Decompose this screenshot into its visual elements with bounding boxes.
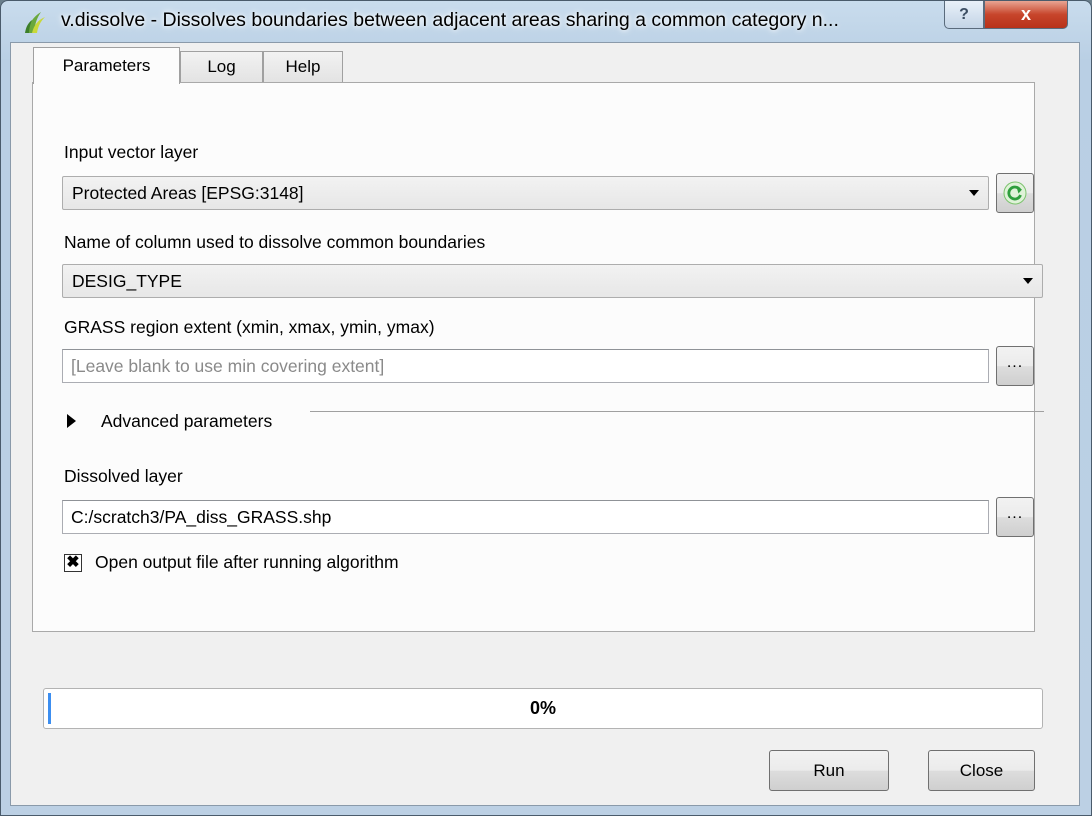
checkbox-mark-icon: ✖ (66, 554, 80, 571)
open-output-label: Open output file after running algorithm (95, 552, 399, 572)
tab-label: Log (207, 57, 236, 76)
extent-placeholder: [Leave blank to use min covering extent] (71, 355, 385, 376)
chevron-down-icon (960, 177, 988, 209)
output-browse-button[interactable]: ... (996, 497, 1034, 537)
progress-text: 0% (529, 698, 556, 718)
expand-triangle-icon[interactable] (67, 414, 76, 428)
input-layer-label: Input vector layer (64, 142, 199, 162)
close-icon: x (1020, 4, 1031, 24)
window-close-button[interactable]: x (984, 1, 1068, 29)
run-button[interactable]: Run (769, 750, 889, 791)
input-layer-value: Protected Areas [EPSG:3148] (72, 182, 304, 203)
grass-icon (25, 12, 45, 33)
close-button[interactable]: Close (928, 750, 1035, 791)
output-label: Dissolved layer (64, 466, 183, 486)
refresh-button[interactable] (996, 173, 1034, 213)
help-button[interactable]: ? (944, 1, 984, 29)
input-layer-combo[interactable]: Protected Areas [EPSG:3148] (62, 176, 989, 210)
dissolve-column-value: DESIG_TYPE (72, 270, 182, 291)
run-button-label: Run (813, 760, 845, 780)
open-output-checkbox[interactable]: ✖ (64, 554, 82, 572)
tab-help[interactable]: Help (263, 51, 343, 82)
extent-input[interactable]: [Leave blank to use min covering extent] (62, 349, 989, 383)
divider (310, 411, 1044, 412)
tab-label: Help (285, 57, 321, 76)
chevron-down-icon (1014, 265, 1042, 297)
refresh-icon (1003, 181, 1027, 205)
column-label: Name of column used to dissolve common b… (64, 232, 486, 252)
browse-label: ... (1006, 354, 1024, 371)
advanced-parameters-toggle[interactable]: Advanced parameters (101, 411, 272, 432)
tab-label: Parameters (62, 56, 151, 75)
window-title: v.dissolve - Dissolves boundaries betwee… (61, 9, 839, 31)
tab-parameters[interactable]: Parameters (33, 47, 180, 84)
tab-log[interactable]: Log (180, 51, 263, 82)
close-button-label: Close (959, 760, 1004, 780)
browse-label: ... (1006, 505, 1024, 522)
title-bar[interactable]: v.dissolve - Dissolves boundaries betwee… (1, 1, 1091, 43)
output-path-input[interactable]: C:/scratch3/PA_diss_GRASS.shp (62, 500, 989, 534)
extent-label: GRASS region extent (xmin, xmax, ymin, y… (64, 317, 435, 337)
help-button-label: ? (959, 5, 969, 23)
progress-bar: 0% (43, 688, 1043, 729)
dissolve-column-combo[interactable]: DESIG_TYPE (62, 264, 1043, 298)
extent-browse-button[interactable]: ... (996, 346, 1034, 386)
output-path-value: C:/scratch3/PA_diss_GRASS.shp (71, 506, 332, 527)
